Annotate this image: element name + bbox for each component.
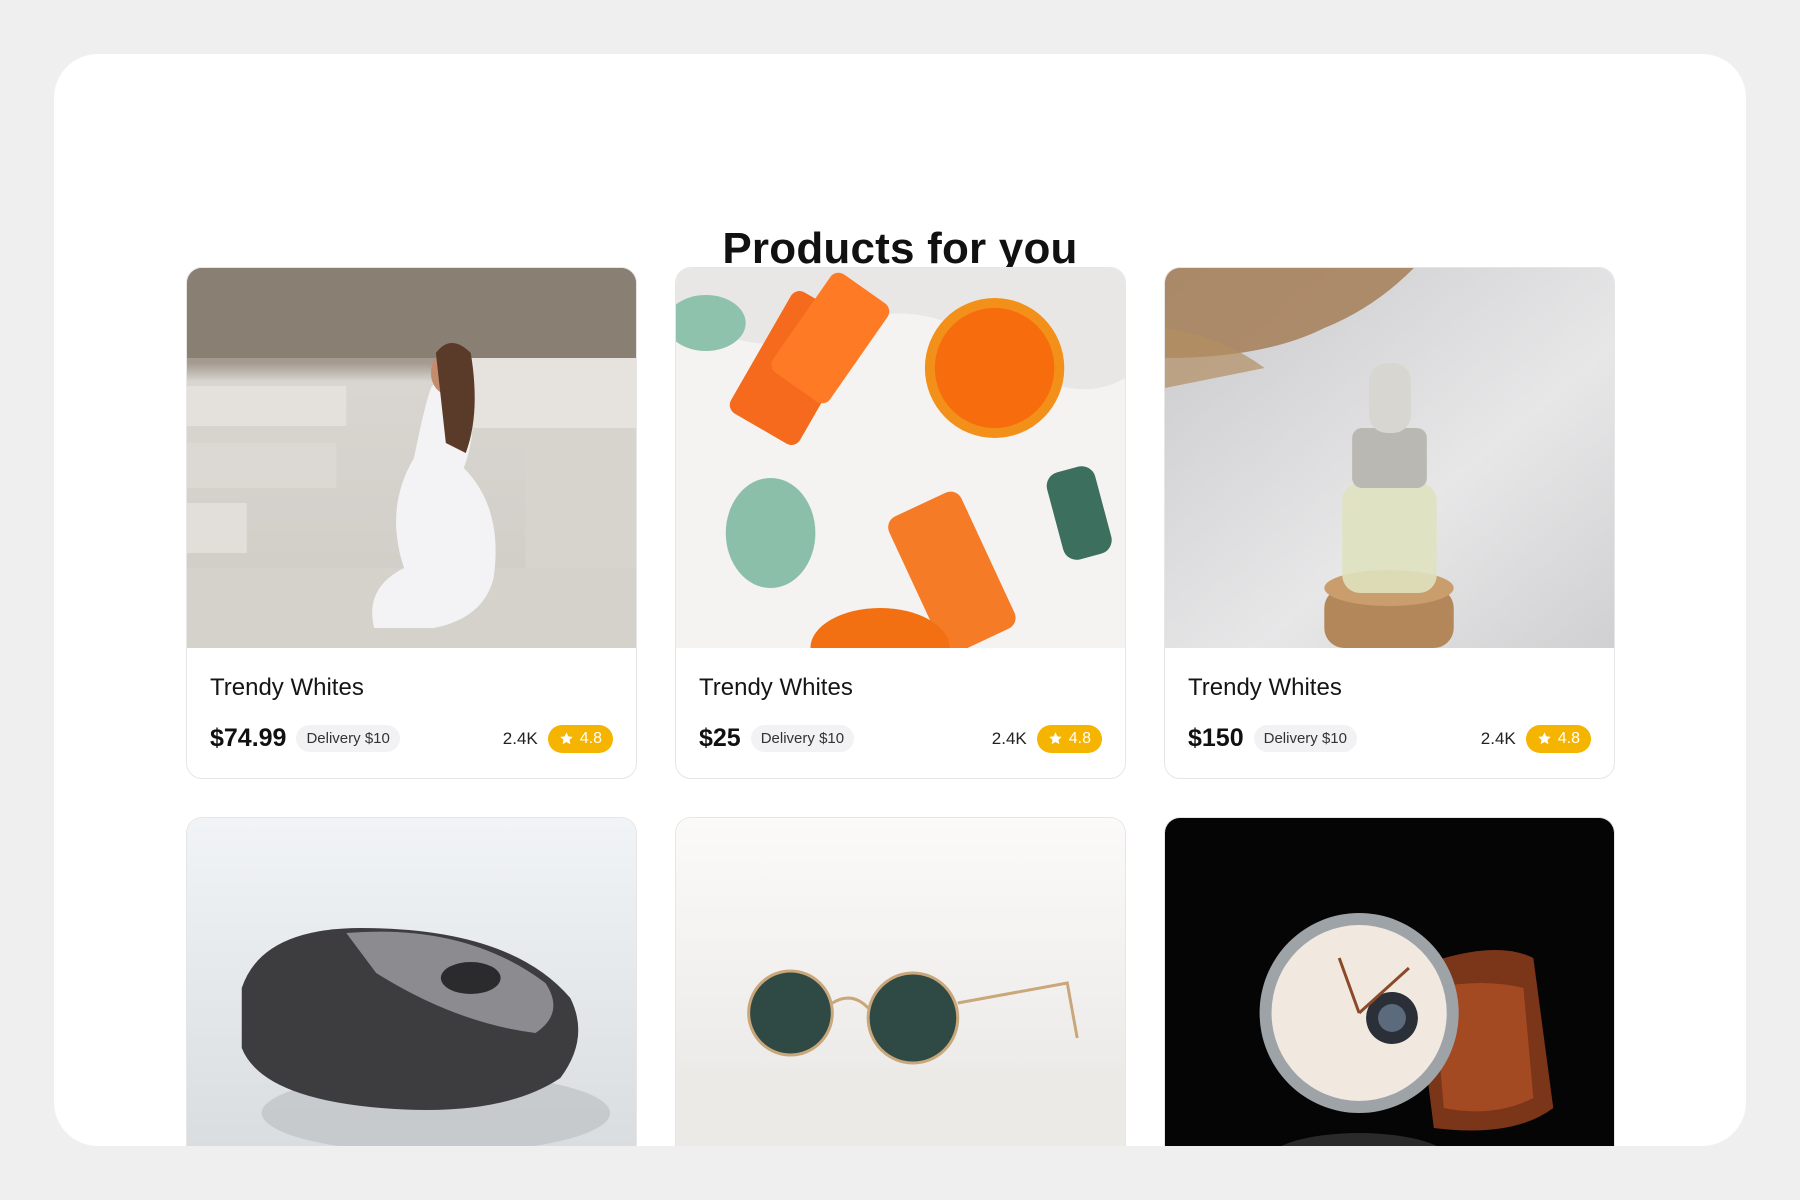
- wristwatch-photo[interactable]: [1165, 818, 1614, 1146]
- product-price: $150: [1188, 724, 1244, 752]
- rating-value: 4.8: [579, 729, 602, 747]
- product-card[interactable]: Trendy Whites $25 Delivery $10 2.4K 4.8: [675, 267, 1126, 779]
- product-price: $74.99: [210, 724, 287, 752]
- delivery-badge: Delivery $10: [1253, 725, 1357, 752]
- serum-bottle-photo[interactable]: [1165, 268, 1614, 648]
- product-price: $25: [699, 724, 741, 752]
- star-icon: [1538, 732, 1551, 745]
- review-count: 2.4K: [991, 728, 1027, 748]
- product-name[interactable]: Trendy Whites: [699, 674, 1102, 702]
- rating-badge: 4.8: [1525, 724, 1591, 753]
- rating-badge: 4.8: [1036, 724, 1102, 753]
- woman-in-white-photo[interactable]: [187, 268, 636, 648]
- product-name[interactable]: Trendy Whites: [1188, 674, 1591, 702]
- product-card[interactable]: [675, 817, 1126, 1146]
- delivery-badge: Delivery $10: [750, 725, 855, 752]
- review-count: 2.4K: [1480, 728, 1516, 748]
- product-card[interactable]: [186, 817, 637, 1146]
- delivery-badge: Delivery $10: [296, 725, 400, 752]
- computer-mouse-photo[interactable]: [187, 818, 636, 1146]
- rating-badge: 4.8: [547, 724, 613, 753]
- product-name[interactable]: Trendy Whites: [210, 674, 613, 702]
- product-card[interactable]: [1164, 817, 1615, 1146]
- sunglasses-photo[interactable]: [676, 818, 1125, 1146]
- skincare-orange-photo[interactable]: [676, 268, 1125, 648]
- products-panel: Products for you Trendy Whites $74.99 De…: [54, 54, 1746, 1146]
- star-icon: [1049, 732, 1062, 745]
- product-card[interactable]: Trendy Whites $150 Delivery $10 2.4K 4.8: [1164, 267, 1615, 779]
- star-icon: [560, 732, 573, 745]
- review-count: 2.4K: [502, 728, 538, 748]
- product-card[interactable]: Trendy Whites $74.99 Delivery $10 2.4K 4…: [186, 267, 637, 779]
- rating-value: 4.8: [1068, 729, 1091, 747]
- rating-value: 4.8: [1557, 729, 1580, 747]
- product-grid: Trendy Whites $74.99 Delivery $10 2.4K 4…: [186, 267, 1616, 1146]
